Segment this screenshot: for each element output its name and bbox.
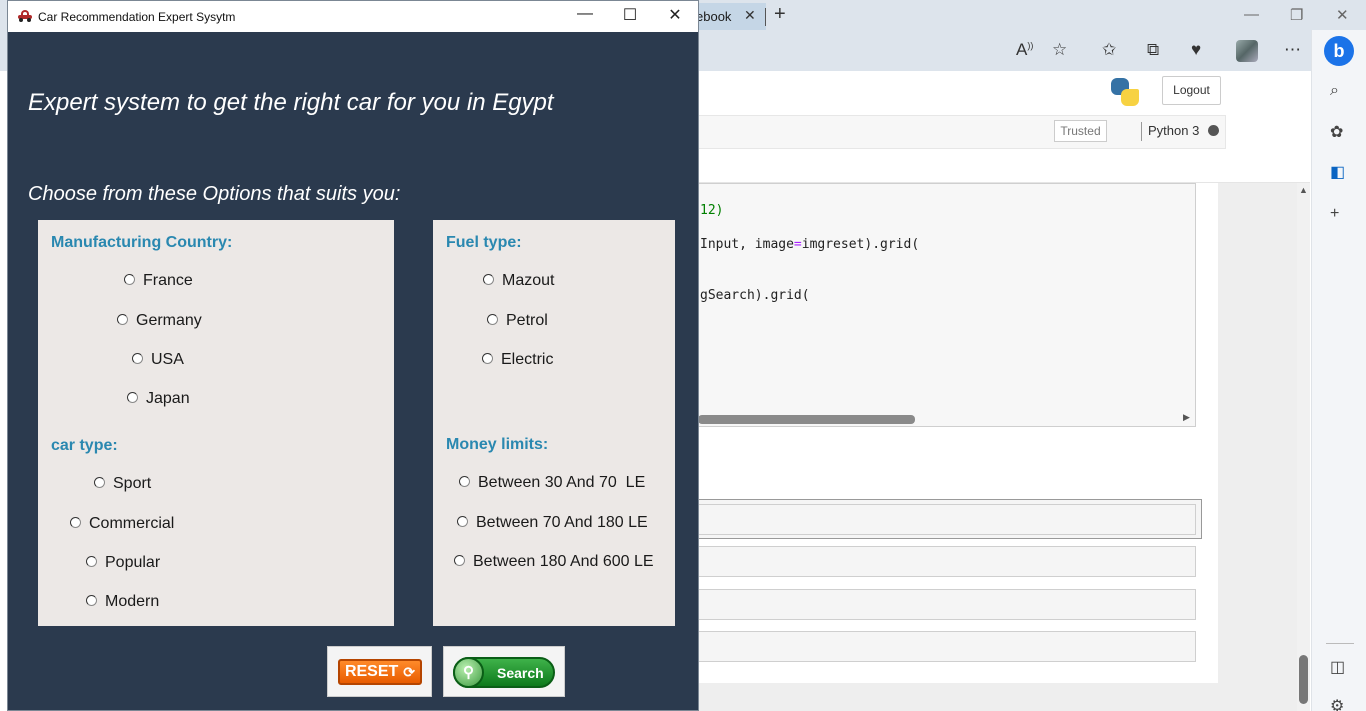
scroll-up-icon[interactable]: ▲ [1299,185,1308,195]
window-title: Car Recommendation Expert Sysytm [38,10,236,24]
close-icon[interactable]: ✕ [660,5,690,25]
radio-button-icon[interactable] [454,555,465,566]
search-icon[interactable]: ⌕ [1330,82,1339,100]
radio-button-icon[interactable] [127,392,138,403]
car-app-icon [18,10,32,22]
kernel-status-icon [1208,125,1219,136]
radio-fuel-mazout[interactable]: Mazout [483,272,554,290]
tab-close-icon[interactable]: ✕ [744,7,756,24]
radio-button-icon[interactable] [132,353,143,364]
more-icon[interactable]: ⋯ [1284,40,1301,60]
browser-close-icon[interactable]: ✕ [1336,6,1349,24]
main-heading: Expert system to get the right car for y… [28,89,554,116]
radio-button-icon[interactable] [459,476,470,487]
radio-money-180-600[interactable]: Between 180 And 600 LE [454,553,654,571]
browser-minimize-icon[interactable]: — [1244,6,1259,23]
options-subheading: Choose from these Options that suits you… [28,183,401,205]
code-cell[interactable] [698,183,1196,427]
kernel-name[interactable]: Python 3 [1148,123,1199,138]
radio-button-icon[interactable] [86,595,97,606]
radio-fuel-electric[interactable]: Electric [482,351,553,369]
tab-divider [765,8,766,26]
tab-label: ebook [696,9,732,24]
radio-type-commercial[interactable]: Commercial [70,515,174,533]
kernel-separator [1141,122,1142,141]
fuel-group-title: Fuel type: [446,234,522,251]
new-tab-icon[interactable]: + [774,3,786,26]
notebook-toolbar [698,115,1226,149]
reset-button-frame: RESET ⟳ [327,646,432,697]
radio-type-popular[interactable]: Popular [86,554,160,572]
settings-icon[interactable]: ⚙ [1330,696,1344,711]
money-group-title: Money limits: [446,436,549,453]
code-line: Input, image=imgreset).grid( [700,237,920,252]
car-type-group-title: car type: [51,437,118,454]
radio-button-icon[interactable] [457,516,468,527]
scroll-right-icon[interactable]: ▶ [1183,412,1190,423]
code-line: gSearch).grid( [700,288,810,303]
radio-button-icon[interactable] [86,556,97,567]
split-screen-icon[interactable]: ◫ [1330,657,1345,677]
search-button-frame: ⚲ Search [443,646,565,697]
radio-button-icon[interactable] [124,274,135,285]
browser-restore-icon[interactable]: ❐ [1290,6,1303,24]
bing-icon[interactable]: b [1324,36,1354,66]
maximize-icon[interactable]: ☐ [615,5,645,25]
radio-button-icon[interactable] [117,314,128,325]
radio-type-sport[interactable]: Sport [94,475,151,493]
right-options-panel: Fuel type: Mazout Petrol Electric Money … [433,220,675,626]
radio-type-modern[interactable]: Modern [86,593,159,611]
health-icon[interactable]: ♥ [1191,40,1201,60]
profile-icon[interactable] [1236,40,1258,62]
radio-country-germany[interactable]: Germany [117,312,202,330]
add-favorite-icon[interactable]: ☆ [1052,40,1067,60]
minimize-icon[interactable]: — [570,5,600,23]
radio-button-icon[interactable] [487,314,498,325]
left-options-panel: Manufacturing Country: France Germany US… [38,220,394,626]
trusted-badge[interactable]: Trusted [1054,120,1107,142]
sidebar-divider [1326,643,1354,644]
expert-system-window: Car Recommendation Expert Sysytm — ☐ ✕ E… [7,0,699,711]
magnifier-icon: ⚲ [453,657,484,688]
radio-button-icon[interactable] [94,477,105,488]
reset-button[interactable]: RESET ⟳ [338,659,422,685]
radio-money-30-70[interactable]: Between 30 And 70 LE [459,474,645,492]
radio-country-japan[interactable]: Japan [127,390,190,408]
collections-icon[interactable]: ⧉ [1147,40,1159,60]
radio-country-usa[interactable]: USA [132,351,184,369]
cell-input[interactable] [698,504,1196,535]
radio-button-icon[interactable] [483,274,494,285]
logout-button[interactable]: Logout [1162,76,1221,105]
code-horizontal-scrollbar[interactable] [698,415,915,424]
search-button[interactable]: ⚲ Search [453,657,555,688]
radio-button-icon[interactable] [482,353,493,364]
python-logo-icon [1111,78,1139,106]
radio-button-icon[interactable] [70,517,81,528]
copilot-icon[interactable]: ✿ [1330,122,1343,142]
cell-input[interactable] [698,631,1196,662]
page-vertical-scrollbar[interactable] [1297,183,1310,711]
code-line: 12) [700,203,724,218]
read-aloud-icon[interactable]: A)) [1016,40,1033,60]
scrollbar-thumb[interactable] [1299,655,1308,704]
outlook-icon[interactable]: ◧ [1330,162,1345,182]
radio-country-france[interactable]: France [124,272,193,290]
add-icon[interactable]: + [1330,205,1339,223]
radio-fuel-petrol[interactable]: Petrol [487,312,548,330]
favorites-icon[interactable]: ✩ [1102,40,1116,60]
radio-money-70-180[interactable]: Between 70 And 180 LE [457,514,648,532]
cell-input[interactable] [698,546,1196,577]
window-titlebar[interactable]: Car Recommendation Expert Sysytm — ☐ ✕ [8,1,698,32]
country-group-title: Manufacturing Country: [51,234,233,251]
refresh-icon: ⟳ [403,663,416,680]
cell-input[interactable] [698,589,1196,620]
